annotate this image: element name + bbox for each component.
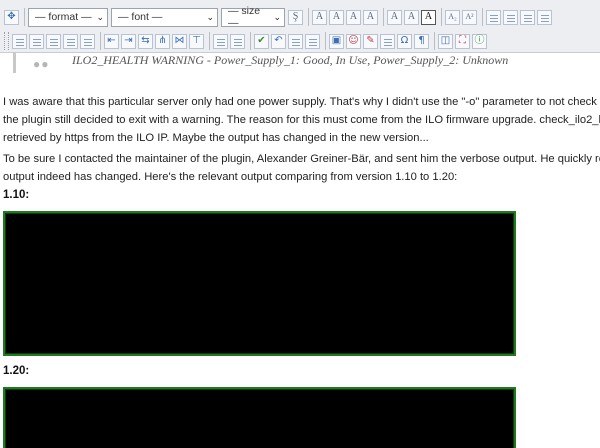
separator (441, 8, 442, 26)
fullscreen-icon[interactable]: ⛶ (455, 33, 470, 49)
paragraph-2-line: output indeed has changed. Here's the re… (3, 171, 458, 183)
copy-icon[interactable] (305, 33, 320, 49)
subscript-icon[interactable]: A₂ (445, 9, 460, 25)
table-merge-icon[interactable] (80, 33, 95, 49)
separator (250, 32, 251, 50)
format-select-label: — format — (35, 11, 92, 23)
align-center-icon[interactable] (503, 9, 518, 25)
paragraph-1-line: retrieved by https from the ILO IP. Mayb… (3, 132, 429, 144)
image-icon[interactable]: ▣ (329, 33, 344, 49)
separator (100, 32, 101, 50)
toolbar-row-2: ⇤ ⇥ ⇆ ⋔ ⋈ ⊤ ✔ ↶ ▣ ☺ ✎ Ω ¶ ◫ ⛶ ⓘ (4, 30, 489, 52)
special-char-icon[interactable]: Ω (397, 33, 412, 49)
help-icon[interactable]: ⓘ (472, 33, 487, 49)
code-block-120[interactable] (3, 387, 516, 448)
separator (434, 32, 435, 50)
undo-icon[interactable]: ↶ (271, 33, 286, 49)
superscript-icon[interactable]: A² (462, 9, 477, 25)
text-medium-icon[interactable]: A (346, 9, 361, 25)
insert-row-after-icon[interactable]: ⇥ (121, 33, 136, 49)
paragraph-1-line: I was aware that this particular server … (3, 96, 600, 108)
table-icon[interactable] (12, 33, 27, 49)
list-icon[interactable] (213, 33, 228, 49)
delete-row-icon[interactable]: ⇆ (138, 33, 153, 49)
paragraph-2-line: To be sure I contacted the maintainer of… (3, 153, 600, 165)
paragraph-1: I was aware that this particular server … (3, 93, 600, 147)
text-boxed-icon[interactable]: A (421, 9, 436, 25)
text-color-icon[interactable]: A (387, 9, 402, 25)
split-cell-icon[interactable]: ⋔ (155, 33, 170, 49)
quote-bullet-icon: ●● (33, 57, 50, 71)
move-icon[interactable]: ✥ (4, 9, 19, 25)
text-highlight-icon[interactable]: A (404, 9, 419, 25)
separator (325, 32, 326, 50)
paragraph-1-line: the plugin still decided to exit with a … (3, 114, 600, 126)
editor-toolbar: ✥ — format — ⌄ — font — ⌄ — size — ⌄ Ş A… (0, 0, 600, 53)
editor-content[interactable]: ●● ILO2_HEALTH WARNING - Power_Supply_1:… (0, 53, 600, 448)
numbered-list-icon[interactable] (230, 33, 245, 49)
chevron-down-icon: ⌄ (273, 11, 281, 22)
smiley-icon[interactable]: ☺ (346, 33, 361, 49)
heading-version-110: 1.10: (3, 189, 30, 201)
align-right-icon[interactable] (520, 9, 535, 25)
font-select[interactable]: — font — ⌄ (111, 7, 218, 27)
pilcrow-icon[interactable]: ¶ (414, 33, 429, 49)
paste-icon[interactable] (288, 33, 303, 49)
column-icon[interactable]: ⊤ (189, 33, 204, 49)
align-left-icon[interactable] (486, 9, 501, 25)
separator (383, 8, 384, 26)
table-column-icon[interactable] (46, 33, 61, 49)
quote-bar (13, 53, 16, 73)
pen-icon[interactable]: ✎ (363, 33, 378, 49)
separator (482, 8, 483, 26)
quoted-output: ILO2_HEALTH WARNING - Power_Supply_1: Go… (72, 53, 509, 67)
font-select-label: — font — (118, 11, 163, 23)
text-smaller-icon[interactable]: A (312, 9, 327, 25)
horizontal-rule-icon[interactable] (380, 33, 395, 49)
toolbar-grip[interactable] (4, 32, 9, 50)
merge-cells-icon[interactable]: ⋈ (172, 33, 187, 49)
heading-version-120: 1.20: (3, 365, 30, 377)
insert-row-before-icon[interactable]: ⇤ (104, 33, 119, 49)
text-small-icon[interactable]: A (329, 9, 344, 25)
table-cell-icon[interactable] (63, 33, 78, 49)
code-block-110[interactable] (3, 211, 516, 356)
chevron-down-icon: ⌄ (206, 11, 214, 22)
size-select[interactable]: — size — ⌄ (221, 5, 285, 29)
align-justify-icon[interactable] (537, 9, 552, 25)
text-large-icon[interactable]: A (363, 9, 378, 25)
size-select-label: — size — (228, 5, 261, 29)
paragraph-2: To be sure I contacted the maintainer of… (3, 150, 600, 186)
source-icon[interactable]: ◫ (438, 33, 453, 49)
table-row-icon[interactable] (29, 33, 44, 49)
check-icon[interactable]: ✔ (254, 33, 269, 49)
toolbar-row-1: ✥ — format — ⌄ — font — ⌄ — size — ⌄ Ş A… (4, 5, 554, 29)
strikethrough-icon[interactable]: Ş (288, 9, 303, 25)
separator (24, 8, 25, 26)
format-select[interactable]: — format — ⌄ (28, 7, 108, 27)
separator (209, 32, 210, 50)
chevron-down-icon: ⌄ (96, 11, 104, 22)
separator (308, 8, 309, 26)
